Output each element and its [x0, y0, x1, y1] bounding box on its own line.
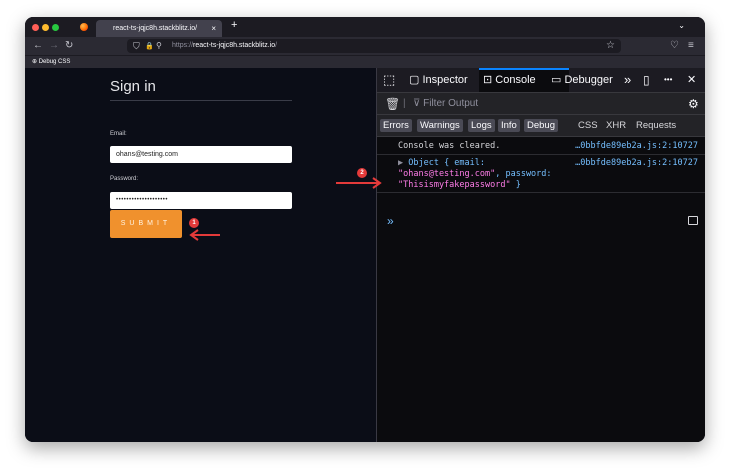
annotation-arrows [189, 177, 382, 241]
arrow-2 [336, 177, 382, 189]
annotation-badge-2: 2 [357, 168, 367, 178]
arrow-1 [189, 229, 220, 241]
annotation-badge-1: 1 [189, 218, 199, 228]
